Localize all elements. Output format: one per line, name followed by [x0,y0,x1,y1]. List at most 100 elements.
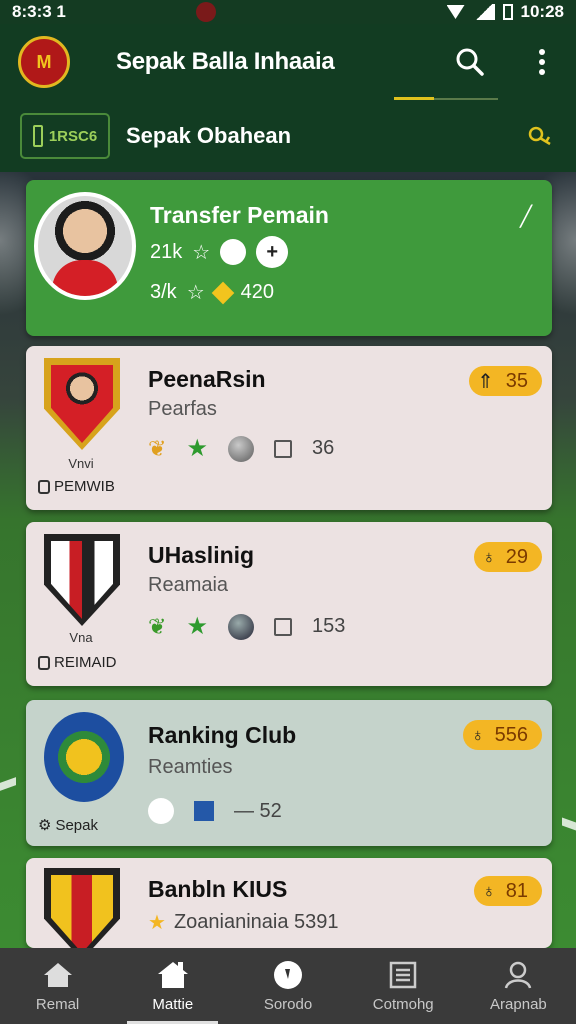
nav-item-profile[interactable]: Arapnab [461,948,576,1024]
side-label-text: Sepak [55,816,98,834]
edit-icon[interactable]: ╱ [520,204,532,229]
signal-icon [472,4,495,20]
club-logo: M [18,36,70,88]
trophy-icon: ♁ [482,880,496,901]
sub-title: Sepak Obahean [126,123,292,148]
tag-icon [38,479,50,494]
more-vert-icon[interactable] [526,46,558,78]
trophy-icon: ♁ [482,546,496,567]
score-value: 556 [494,723,528,746]
stat-value: — 52 [234,799,282,822]
star-icon: ★ [186,613,208,640]
ball-icon [227,613,254,640]
stat-row: ❦ ★ 153 [148,612,345,641]
crest-caption: Vnvi [68,456,94,471]
item-subtitle: Zoanianinaia 5391 [173,911,339,933]
store-icon [156,960,190,990]
score-pill: ♁ 29 [474,542,542,572]
star-outline-icon: ☆ [186,282,205,304]
tag-icon [38,655,50,670]
tab-indicator-track [434,98,498,100]
status-bar: 8:3:3 1 10:28 [0,0,576,24]
featured-title: Transfer Pemain [150,202,329,228]
status-time: 8:3:3 1 [12,2,66,21]
nav-label: Arapnab [490,995,547,1013]
nav-item-store[interactable]: Mattie [115,948,230,1024]
league-badge[interactable]: 1RSC6 [20,113,110,159]
ball-icon [271,960,305,990]
list-item[interactable]: Vnvi PEMWIB PeenaRsin Pearfas ❦ ★ 36 ⇑ 3… [26,346,552,510]
side-label: ⚙ Sepak [38,816,98,835]
leaf-icon: ❦ [148,613,167,639]
club-crest [44,712,124,802]
club-crest [44,358,120,450]
ball-white-icon [220,239,247,265]
nav-label: Cotmohg [372,995,434,1013]
tab-indicator [394,97,434,100]
star-icon: ★ [148,912,166,934]
score-value: 35 [505,369,528,392]
app-actions [454,46,558,78]
nav-item-ball[interactable]: Sorodo [230,948,345,1024]
score-value: 81 [505,879,528,902]
featured-card-transfer[interactable]: Transfer Pemain 21k ☆ + 3/k ☆ 420 ╱ [26,180,552,336]
ball-white-icon [148,798,174,824]
nav-item-list[interactable]: Cotmohg [346,948,461,1024]
diamond-icon [211,281,234,304]
league-badge-text: 1RSC6 [48,127,98,145]
score-pill: ♁ 81 [474,876,542,906]
thumb-icon [273,439,292,458]
wifi-icon [446,5,465,19]
stat-row: — 52 [148,798,282,824]
star-outline-icon: ☆ [192,241,211,264]
home-icon [41,960,75,990]
featured-stat-row: 21k ☆ + [150,236,289,268]
status-right-time: 10:28 [520,2,564,21]
camera-dot [195,2,216,22]
flag-icon [194,801,214,821]
crest-caption: Vna [69,630,93,645]
item-name: PeenaRsin [148,366,266,392]
club-crest [44,868,120,948]
score-pill: ♁ 556 [463,720,542,750]
item-subtitle: Reamaia [148,574,229,596]
score-value: 29 [505,545,528,568]
plus-circle-icon[interactable]: + [256,236,289,268]
app-title: Sepak Balla Inhaaia [116,48,335,75]
profile-icon [501,960,535,990]
item-name: Ranking Club [148,722,297,748]
player-avatar [34,192,136,300]
sub-bar: 1RSC6 Sepak Obahean [0,100,576,172]
stat-value: 36 [311,437,335,459]
status-indicators: 10:28 [446,2,564,22]
nav-label: Remal [35,995,80,1013]
nav-label: Mattie [152,995,194,1013]
arrow-up-icon: ⇑ [476,370,494,393]
nav-item-home[interactable]: Remal [0,948,115,1024]
featured-value-1: 21k [150,240,183,263]
featured-value-2: 3/k [150,281,177,303]
side-label-text: REIMAID [54,654,117,671]
item-name: UHaslinig [148,542,255,568]
side-label: PEMWIB [38,478,115,495]
trophy-icon: ♁ [471,724,485,745]
list-item[interactable]: ⚙ Sepak Ranking Club Reamties — 52 ♁ 556 [26,700,552,846]
battery-icon [502,4,513,20]
list-item[interactable]: Vna REIMAID UHaslinig Reamaia ❦ ★ 153 ♁ … [26,522,552,686]
star-icon: ★ [186,435,208,462]
gear-icon: ⚙ [38,817,52,834]
app-bar: M Sepak Balla Inhaaia [0,24,576,100]
featured-stat-row-2: 3/k ☆ 420 [150,280,274,305]
side-label-text: PEMWIB [54,478,115,495]
key-icon[interactable] [524,120,556,152]
stat-row: ❦ ★ 36 [148,434,334,463]
club-crest [44,534,120,626]
list-item[interactable]: Banbln KIUS ★ Zoanianinaia 5391 ♁ 81 [26,858,552,948]
bottom-nav: Remal Mattie Sorodo Cotmohg Arapnab [0,948,576,1024]
battery-badge-icon [32,125,43,147]
score-pill: ⇑ 35 [468,366,542,396]
stat-value: 153 [311,615,346,637]
item-name: Banbln KIUS [148,876,288,902]
featured-extra: 420 [240,281,274,303]
search-icon[interactable] [454,46,486,78]
